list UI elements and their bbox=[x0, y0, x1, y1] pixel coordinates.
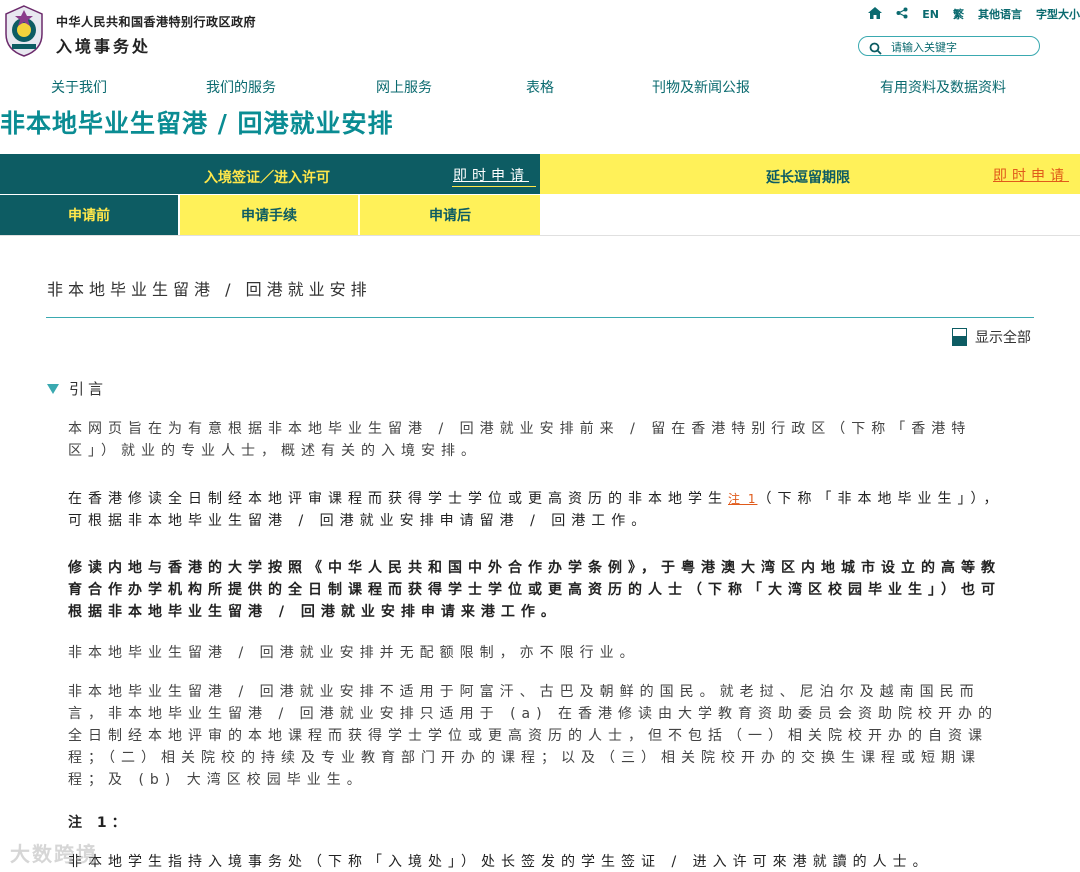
font-size-link[interactable]: 字型大小 bbox=[1036, 6, 1080, 22]
top-utility-links: EN 繁 其他语言 字型大小 bbox=[854, 6, 1080, 22]
intro-heading: 引言 bbox=[69, 380, 108, 398]
note-heading: 注 1： bbox=[68, 815, 131, 831]
watermark: 大数跨境 bbox=[10, 842, 98, 866]
apply-now-extension-link[interactable]: 即时申请 bbox=[993, 165, 1069, 185]
note-text: 非本地学生指持入境事务处（下称「入境处」）处长签发的学生签证 / 进入许可來港就… bbox=[68, 854, 933, 870]
search-icon[interactable] bbox=[869, 40, 882, 59]
share-icon[interactable] bbox=[896, 7, 908, 22]
nav-forms[interactable]: 表格 bbox=[526, 77, 554, 97]
lang-en-link[interactable]: EN bbox=[922, 8, 939, 21]
note-1-link[interactable]: 注 1 bbox=[728, 492, 757, 506]
nav-publications-press[interactable]: 刊物及新闻公报 bbox=[652, 77, 750, 97]
show-all-label: 显示全部 bbox=[975, 330, 1031, 346]
p2-text-before: 在香港修读全日制经本地评审课程而获得学士学位或更高资历的非本地学生 bbox=[68, 491, 728, 507]
page-title: 非本地毕业生留港 / 回港就业安排 bbox=[0, 109, 394, 138]
intro-paragraph-1: 本网页旨在为有意根据非本地毕业生留港 / 回港就业安排前来 / 留在香港特别行政… bbox=[68, 421, 972, 459]
section-divider bbox=[46, 317, 1034, 318]
section-title: 非本地毕业生留港 / 回港就业安排 bbox=[47, 280, 372, 299]
government-name: 中华人民共和国香港特别行政区政府 bbox=[56, 15, 257, 29]
department-name[interactable]: 入境事务处 bbox=[56, 33, 151, 57]
hksar-emblem-logo[interactable] bbox=[2, 4, 46, 58]
apply-link-underline bbox=[452, 186, 536, 187]
other-languages-link[interactable]: 其他语言 bbox=[978, 6, 1022, 22]
expand-all-icon bbox=[952, 328, 967, 346]
intro-paragraph-4: 非本地毕业生留港 / 回港就业安排并无配额限制，亦不限行业。 bbox=[68, 645, 640, 661]
intro-paragraph-5: 非本地毕业生留港 / 回港就业安排不适用于阿富汗、古巴及朝鲜的国民。就老挝、尼泊… bbox=[68, 684, 999, 788]
search-box bbox=[858, 36, 1040, 56]
tab-extension-of-stay-label[interactable]: 延长逗留期限 bbox=[766, 167, 850, 187]
nav-our-services[interactable]: 我们的服务 bbox=[206, 77, 276, 97]
intro-paragraph-3: 修读内地与香港的大学按照《中华人民共和国中外合作办学条例》，于粤港澳大湾区内地城… bbox=[68, 560, 1001, 620]
nav-online-services[interactable]: 网上服务 bbox=[376, 77, 432, 97]
tab-entry-visa-label[interactable]: 入境签证／进入许可 bbox=[204, 167, 330, 187]
lang-tc-link[interactable]: 繁 bbox=[953, 6, 964, 22]
subtab-after-application[interactable]: 申请后 bbox=[360, 195, 540, 235]
subtab-before-application[interactable]: 申请前 bbox=[0, 195, 178, 235]
nav-useful-info[interactable]: 有用资料及数据资料 bbox=[880, 77, 1006, 97]
intro-accordion-header[interactable]: 引言 bbox=[47, 378, 107, 399]
nav-about-us[interactable]: 关于我们 bbox=[51, 77, 107, 97]
show-all-toggle[interactable]: 显示全部 bbox=[952, 327, 1031, 347]
subtab-application-procedure[interactable]: 申请手续 bbox=[180, 195, 358, 235]
divider bbox=[0, 235, 1080, 236]
apply-now-visa-link[interactable]: 即时申请 bbox=[453, 165, 529, 185]
caret-down-icon bbox=[47, 383, 59, 394]
home-icon[interactable] bbox=[868, 6, 883, 22]
intro-paragraph-2: 在香港修读全日制经本地评审课程而获得学士学位或更高资历的非本地学生注 1（下称「… bbox=[68, 488, 1008, 532]
search-input[interactable] bbox=[889, 38, 1033, 56]
